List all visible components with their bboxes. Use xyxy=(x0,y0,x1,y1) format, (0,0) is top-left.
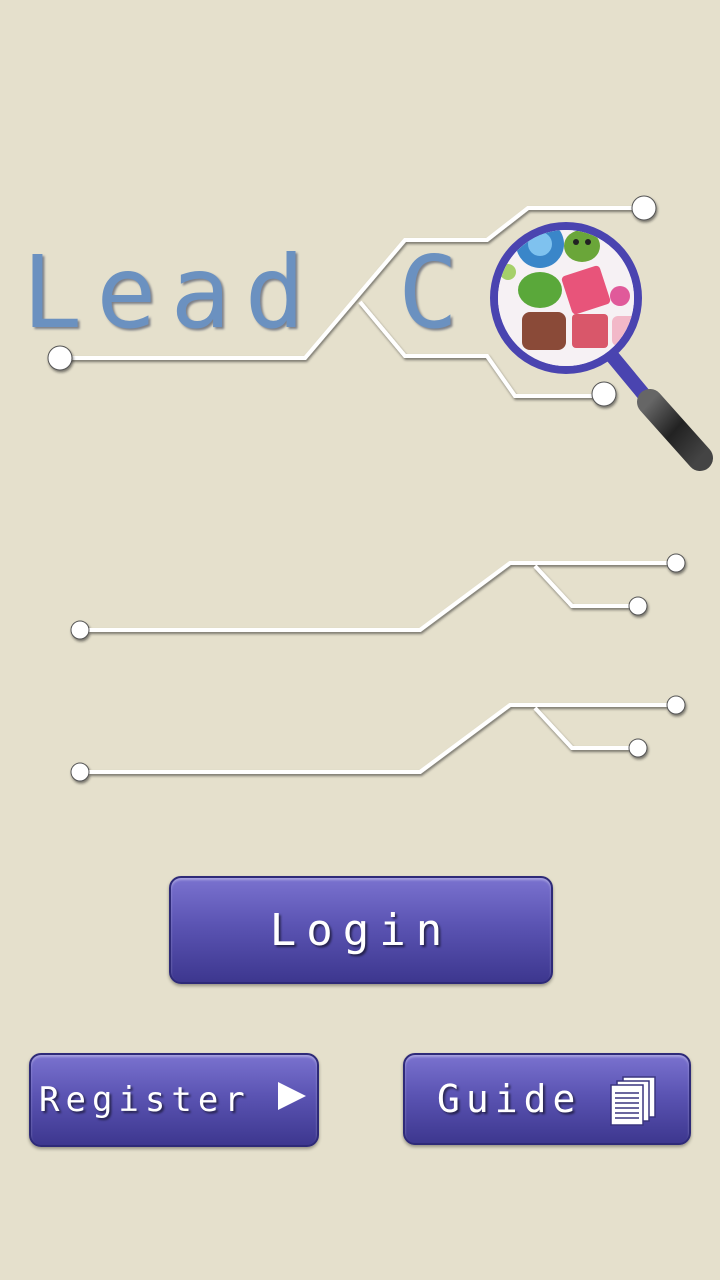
play-arrow-icon xyxy=(278,1082,306,1110)
trace-node xyxy=(591,381,617,407)
documents-icon xyxy=(610,1076,656,1126)
password-field-container xyxy=(70,707,690,797)
login-button-label: Login xyxy=(269,904,453,956)
username-field-container xyxy=(70,565,690,655)
guide-button-label: Guide xyxy=(437,1077,582,1121)
logo-text-lead: Lead xyxy=(22,234,319,351)
login-screen: Lead C Login Register Guide xyxy=(0,0,720,1280)
register-button-label: Register xyxy=(39,1080,251,1120)
register-button[interactable]: Register xyxy=(29,1053,319,1147)
trace-node xyxy=(631,195,657,221)
guide-button[interactable]: Guide xyxy=(403,1053,691,1145)
login-button[interactable]: Login xyxy=(169,876,553,984)
username-input[interactable] xyxy=(98,565,482,623)
logo-text-c: C xyxy=(398,234,473,351)
magnifier-with-candy-icon xyxy=(490,222,713,471)
password-input[interactable] xyxy=(98,707,482,765)
app-logo: Lead C xyxy=(22,238,458,348)
